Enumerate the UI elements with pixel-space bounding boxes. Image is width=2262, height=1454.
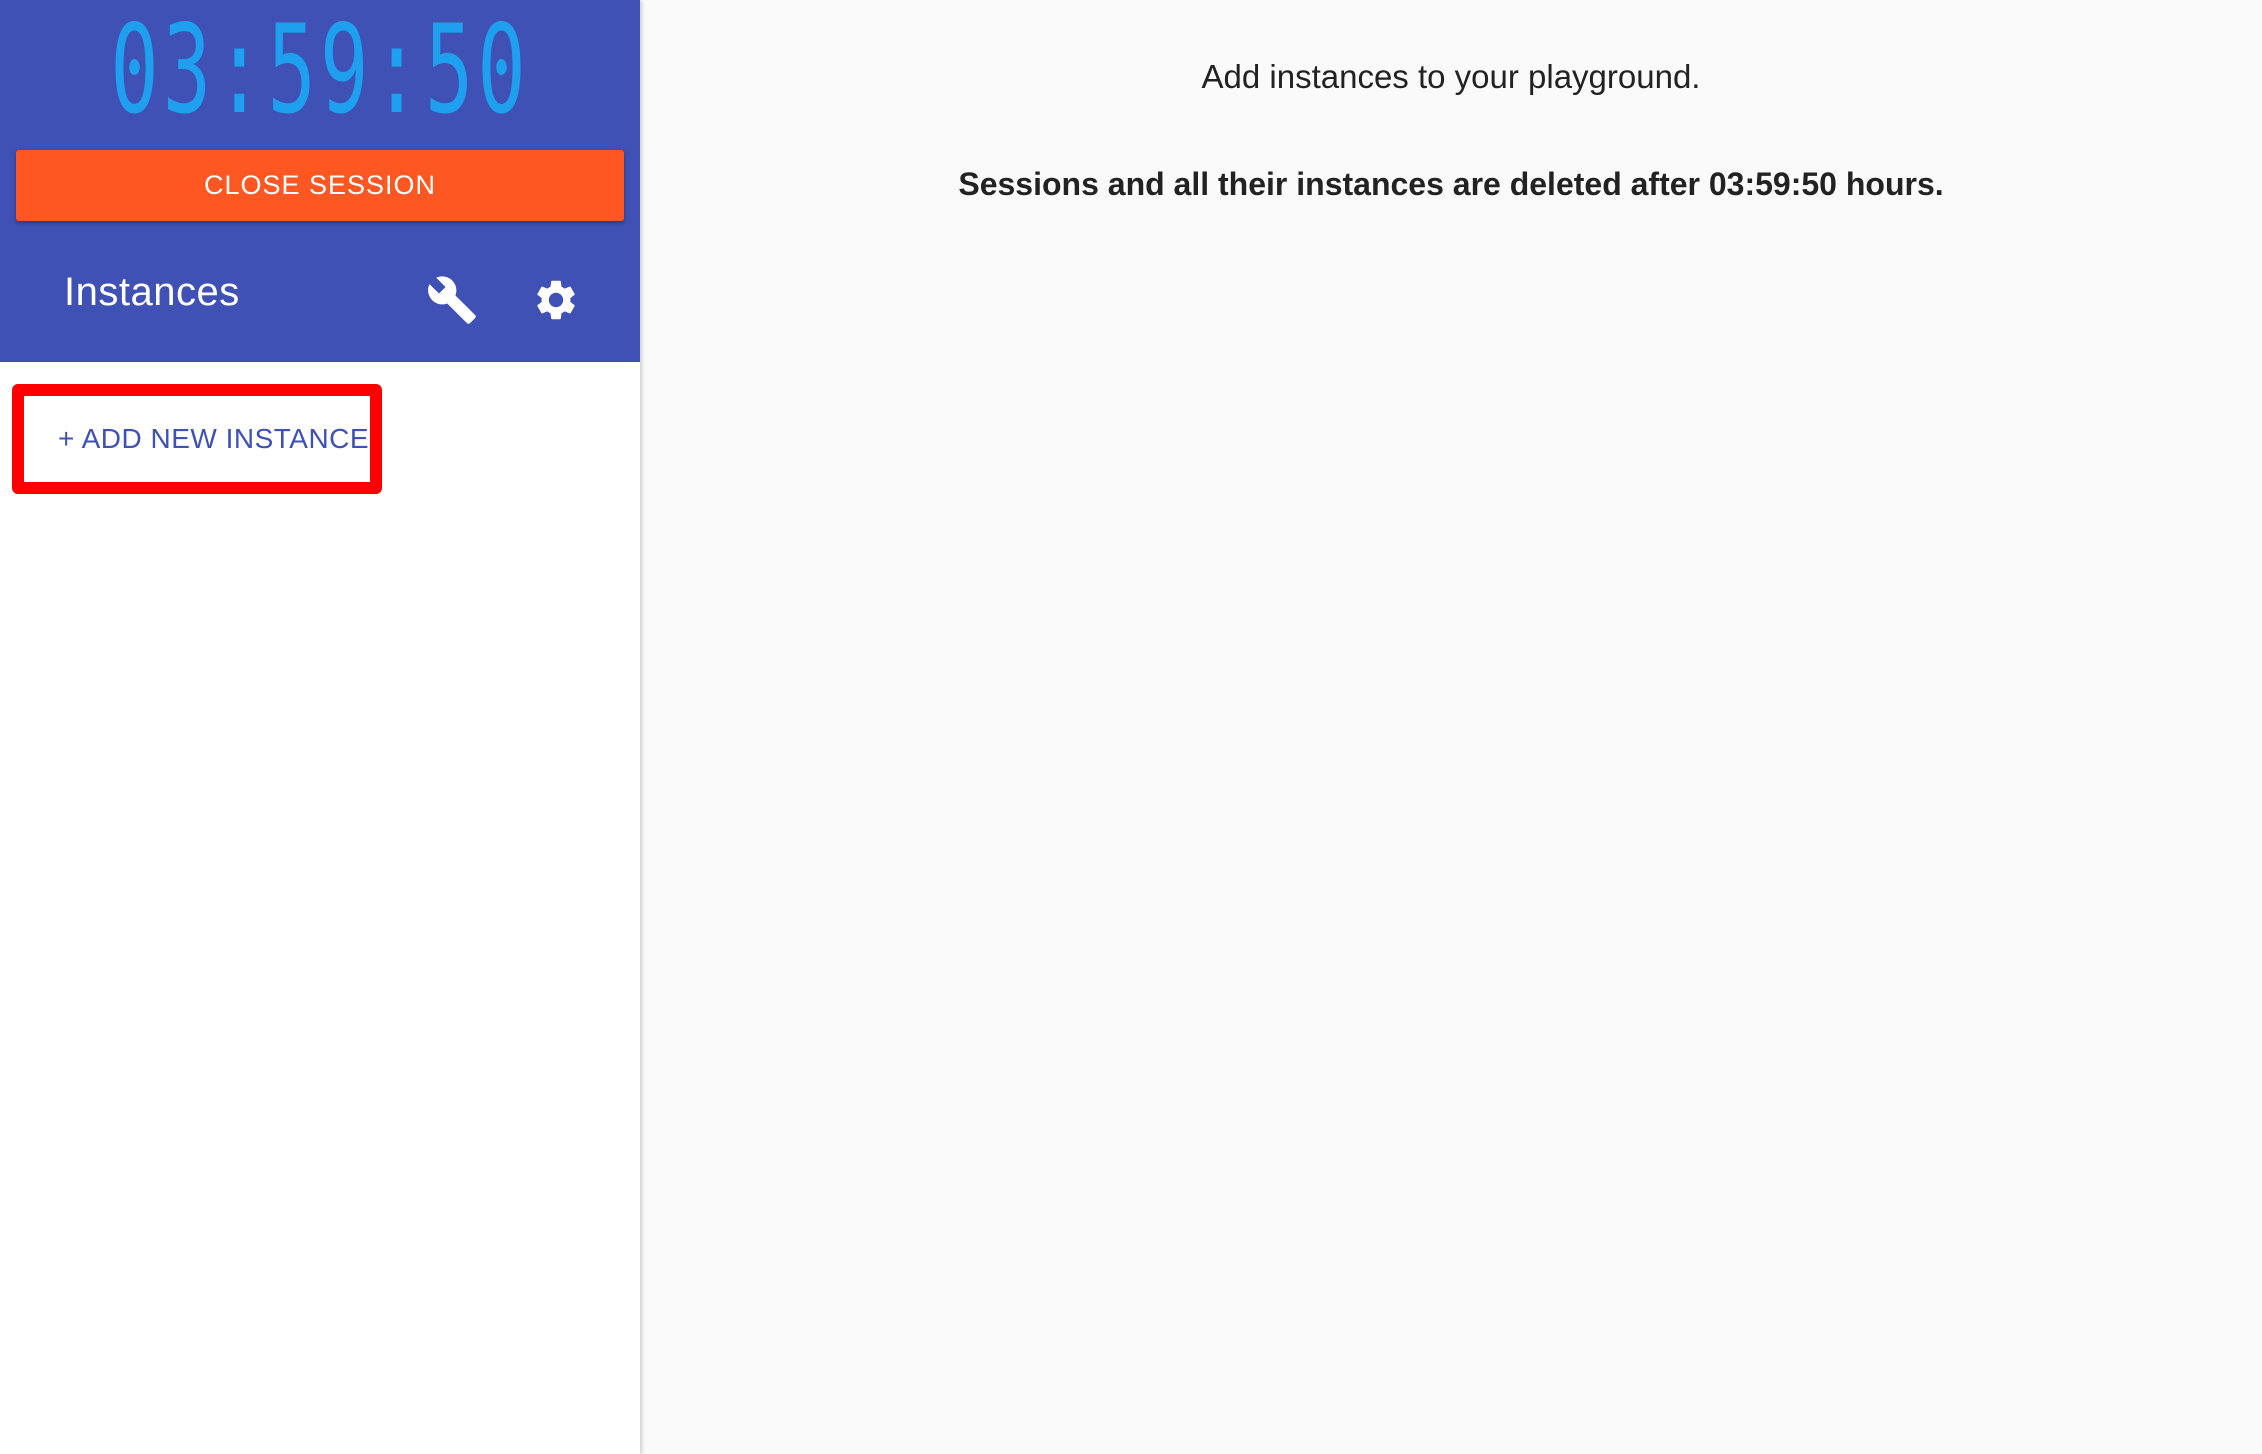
session-timer: 03:59:50 <box>110 0 530 141</box>
session-expiry-warning: Sessions and all their instances are del… <box>958 166 1944 202</box>
main-content: Add instances to your playground. Sessio… <box>640 0 2262 1454</box>
sidebar: 03:59:50 CLOSE SESSION Instances + ADD N… <box>0 0 640 1454</box>
gear-icon[interactable] <box>528 272 584 328</box>
intro-text: Add instances to your playground. <box>1201 58 1701 95</box>
add-new-instance-button[interactable]: + ADD NEW INSTANCE <box>12 384 382 494</box>
sidebar-header: 03:59:50 CLOSE SESSION Instances <box>0 0 640 362</box>
instances-title: Instances <box>64 270 240 314</box>
close-session-button[interactable]: CLOSE SESSION <box>16 150 624 221</box>
wrench-icon[interactable] <box>424 272 480 328</box>
